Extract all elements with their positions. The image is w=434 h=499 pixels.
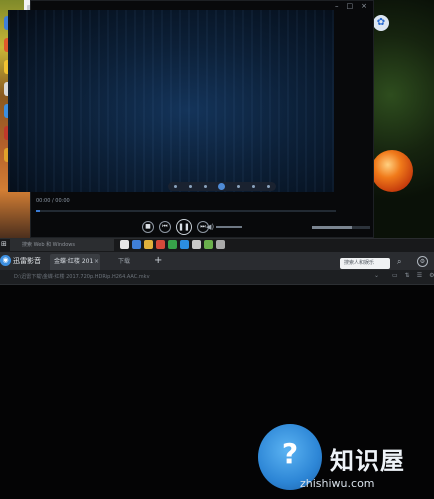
sort-icon[interactable]: ⇅ <box>405 272 410 279</box>
overlay-play-icon[interactable] <box>218 183 226 190</box>
tab-download[interactable]: 下载 <box>104 254 152 270</box>
volume-icon[interactable]: ◀) <box>206 223 214 231</box>
search-icon[interactable]: ⌕ <box>397 257 401 267</box>
volume-slider[interactable] <box>216 226 242 228</box>
taskbar-app-icon[interactable] <box>156 240 165 249</box>
taskbar-app-icon[interactable] <box>132 240 141 249</box>
overlay-dot[interactable] <box>203 185 207 188</box>
player-side-slider-fill <box>312 226 352 229</box>
seek-bar[interactable] <box>36 210 336 212</box>
list-icon[interactable]: ☰ <box>417 272 422 279</box>
maximize-button[interactable]: □ <box>347 1 354 11</box>
address-path[interactable]: D:\迅雷下载\金蝶·红楼 2017.720p.HDRip.H264.AAC.m… <box>14 273 150 280</box>
overlay-dot[interactable] <box>252 185 256 188</box>
wallpaper-fruit-image <box>371 150 413 192</box>
overlay-controls[interactable] <box>168 182 276 191</box>
previous-button[interactable]: ⏮ <box>159 221 171 233</box>
taskbar-app-icon[interactable] <box>180 240 189 249</box>
overlay-dot[interactable] <box>237 185 241 188</box>
stop-button[interactable]: ■ <box>142 221 154 233</box>
desktop-wallpaper-right <box>372 0 434 238</box>
minimize-button[interactable]: – <box>335 1 339 11</box>
search-input[interactable]: 搜索人和娱乐 <box>340 258 390 269</box>
options-icon[interactable]: ⚙ <box>429 272 434 279</box>
chevron-down-icon[interactable]: ⌄ <box>374 272 379 279</box>
gear-icon[interactable]: ⚙ <box>417 256 428 267</box>
watermark-url: zhishiwu.com <box>300 477 375 490</box>
close-button[interactable]: × <box>361 1 367 11</box>
tab-active[interactable]: 金蝶·红楼 201 <box>50 254 100 270</box>
taskbar-app-icon[interactable] <box>216 240 225 249</box>
folder-icon[interactable]: ▭ <box>392 272 398 279</box>
overlay-dot[interactable] <box>188 185 192 188</box>
start-button[interactable]: ⊞ <box>1 240 10 249</box>
taskbar-app-icon[interactable] <box>192 240 201 249</box>
overlay-dot[interactable] <box>266 185 270 188</box>
playback-controls: ■ ⏮ ❚❚ ⏭ <box>142 219 209 235</box>
taskbar-app-icon[interactable] <box>144 240 153 249</box>
new-tab-button[interactable]: + <box>154 255 162 266</box>
seek-progress <box>36 210 40 212</box>
pause-button[interactable]: ❚❚ <box>176 219 192 235</box>
video-texture <box>8 10 334 192</box>
taskbar-app-icon[interactable] <box>204 240 213 249</box>
taskbar-search-input[interactable]: 搜索 Web 和 Windows <box>10 239 114 251</box>
watermark-text: 知识屋 <box>330 447 405 475</box>
taskbar-apps <box>120 240 225 249</box>
tab-close-icon[interactable]: × <box>94 258 99 265</box>
app-logo-icon[interactable]: ◉ <box>0 255 11 266</box>
globe-icon[interactable]: ✿ <box>373 15 389 31</box>
app-name[interactable]: 迅雷影音 <box>13 256 41 266</box>
overlay-dot[interactable] <box>173 185 177 188</box>
play-time: 00:00 / 00:00 <box>36 198 70 204</box>
address-toolbar: ▭ ⇅ ☰ ⚙ <box>392 272 434 279</box>
taskbar-app-icon[interactable] <box>120 240 129 249</box>
taskbar-app-icon[interactable] <box>168 240 177 249</box>
